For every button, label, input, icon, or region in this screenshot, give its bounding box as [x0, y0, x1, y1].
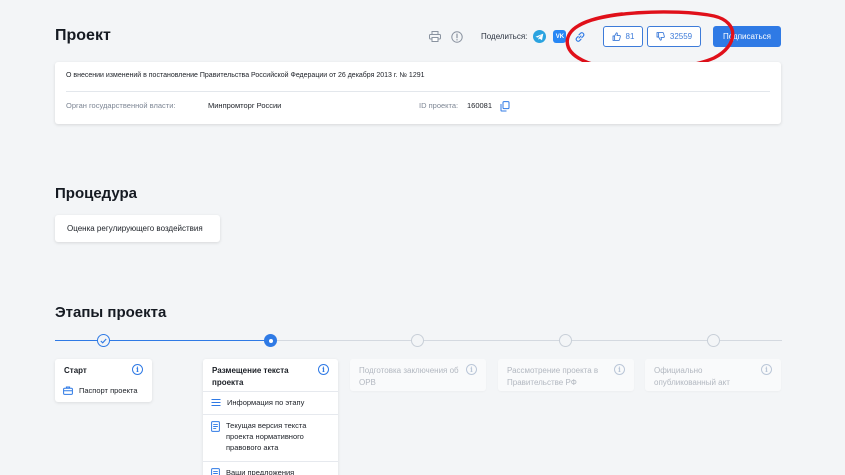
subscribe-button[interactable]: Подписаться: [713, 26, 781, 47]
info-icon[interactable]: [450, 30, 464, 44]
stage-card-conclusion[interactable]: Подготовка заключения об ОРВ i: [350, 359, 486, 391]
stage-title: Официально опубликованный акт: [654, 366, 730, 387]
stage-node-4[interactable]: [559, 334, 572, 347]
stage-node-5[interactable]: [707, 334, 720, 347]
project-id-label: ID проекта:: [419, 101, 459, 110]
print-icon[interactable]: [428, 30, 442, 44]
vk-icon[interactable]: VK: [553, 30, 567, 43]
stage-progress-line: [55, 340, 270, 341]
stage-sub-item-label: Паспорт проекта: [79, 386, 138, 395]
authority-value: Минпромторг России: [208, 101, 282, 110]
document-icon: [211, 421, 220, 432]
like-button[interactable]: 81: [603, 26, 643, 47]
stage-card-published[interactable]: Официально опубликованный акт i: [645, 359, 781, 391]
thumbs-down-icon: [656, 32, 665, 41]
project-id-value: 160081: [467, 101, 493, 110]
info-icon[interactable]: i: [614, 364, 625, 375]
stage-card-government[interactable]: Рассмотрение проекта в Правительстве РФ …: [498, 359, 634, 391]
info-icon[interactable]: i: [761, 364, 772, 375]
stage-sub-item[interactable]: Текущая версия текста проекта нормативно…: [211, 420, 329, 453]
procedure-item[interactable]: Оценка регулирующего воздействия: [55, 215, 220, 242]
stage-title: Подготовка заключения об ОРВ: [359, 366, 459, 387]
info-icon[interactable]: i: [132, 364, 143, 375]
stage-card-current[interactable]: Размещение текста проекта i Информация п…: [203, 359, 338, 475]
stage-node-current[interactable]: [264, 334, 277, 347]
info-icon[interactable]: i: [466, 364, 477, 375]
like-count: 81: [625, 32, 635, 41]
check-icon: [100, 338, 107, 344]
stage-card-start[interactable]: Старт i Паспорт проекта: [55, 359, 152, 402]
list-icon: [211, 398, 221, 407]
dislike-count: 32559: [669, 32, 693, 41]
stages-title: Этапы проекта: [55, 304, 167, 321]
dislike-button[interactable]: 32559: [647, 26, 701, 47]
authority-label: Орган государственной власти:: [66, 101, 176, 110]
stage-sub-item-label: Текущая версия текста проекта нормативно…: [226, 421, 307, 452]
header-toolbar: Поделиться: VK: [428, 26, 595, 47]
procedure-title: Процедура: [55, 185, 138, 202]
stage-sub-item-label: Информация по этапу: [227, 398, 305, 407]
stage-remaining-line: [270, 340, 782, 341]
stage-sub-item[interactable]: Ваши предложения: [211, 467, 294, 475]
divider: [203, 414, 338, 415]
stage-node-start[interactable]: [97, 334, 110, 347]
stage-sub-item[interactable]: Информация по этапу: [211, 397, 304, 408]
page-title: Проект: [55, 27, 111, 44]
link-icon[interactable]: [573, 30, 587, 44]
procedure-item-label: Оценка регулирующего воздействия: [67, 224, 203, 233]
divider: [203, 461, 338, 462]
stage-title: Рассмотрение проекта в Правительстве РФ: [507, 366, 599, 387]
stage-title: Старт: [64, 366, 87, 375]
project-info-card: О внесении изменений в постановление Пра…: [55, 62, 781, 124]
stage-sub-item[interactable]: Паспорт проекта: [63, 385, 138, 396]
telegram-icon[interactable]: [533, 30, 547, 43]
document-icon: [211, 468, 220, 475]
divider: [203, 391, 338, 392]
copy-icon[interactable]: [500, 99, 510, 117]
thumbs-up-icon: [612, 32, 621, 41]
share-label: Поделиться:: [481, 32, 528, 41]
project-description: О внесении изменений в постановление Пра…: [66, 72, 425, 79]
info-icon[interactable]: i: [318, 364, 329, 375]
stage-node-3[interactable]: [411, 334, 424, 347]
stage-title: Размещение текста проекта: [212, 366, 289, 387]
stage-sub-item-label: Ваши предложения: [226, 468, 295, 475]
briefcase-icon: [63, 386, 73, 395]
divider: [66, 91, 770, 92]
